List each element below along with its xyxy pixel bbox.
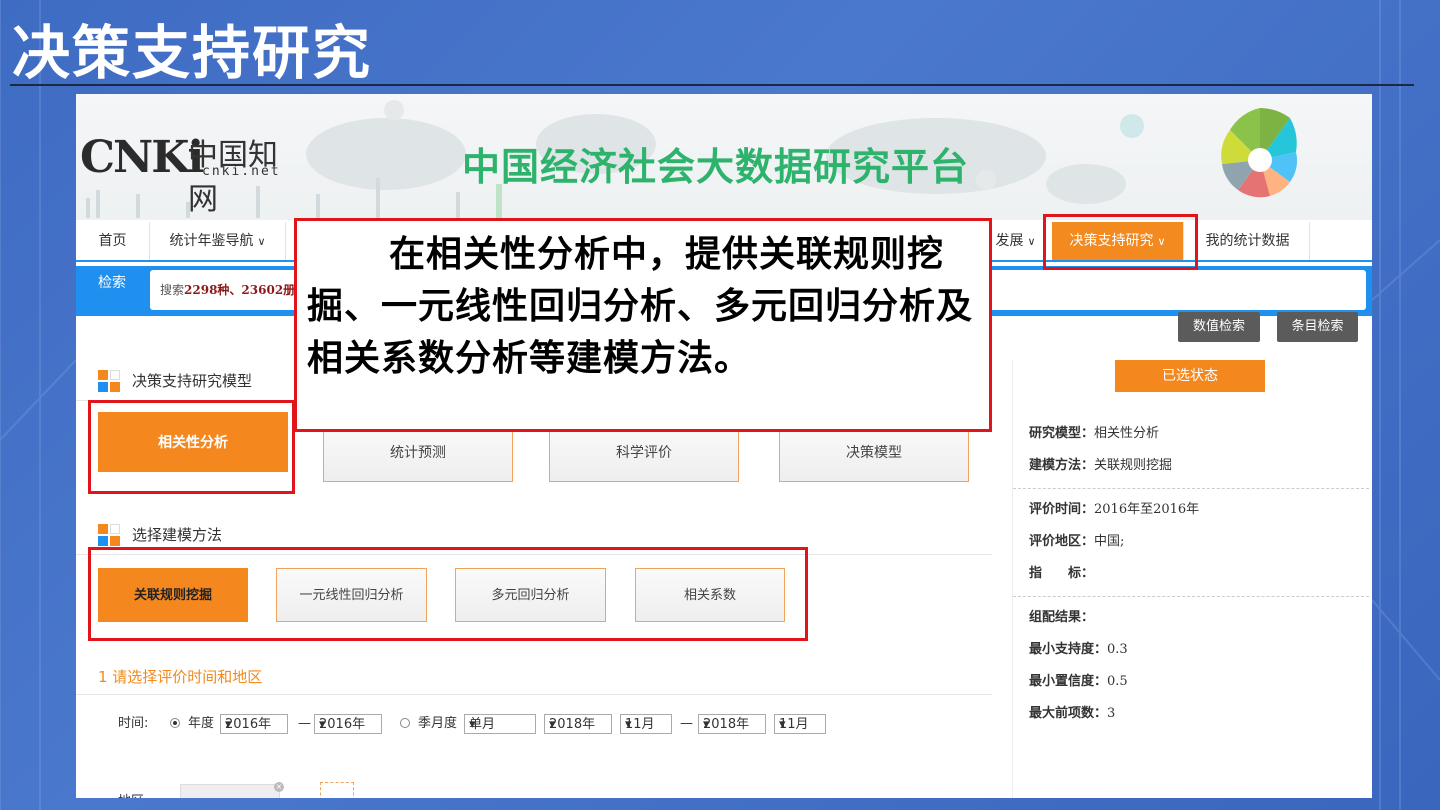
search-tab[interactable]: 检索 xyxy=(76,268,148,298)
highlight-methods xyxy=(88,547,808,641)
season-month-to-value: 11月 xyxy=(779,717,809,732)
logo-cnki-text: CNKi xyxy=(80,132,204,183)
status-indicator-label: 指 标： xyxy=(1029,566,1095,581)
year-from-select[interactable]: 2016年 ▾ xyxy=(220,714,288,734)
season-radio[interactable] xyxy=(400,714,410,734)
season-year-to-select[interactable]: 2018年 ▾ xyxy=(698,714,766,734)
season-year-to-value: 2018年 xyxy=(703,717,750,732)
status-time: 评价时间：2016年至2016年 xyxy=(1029,498,1199,517)
close-icon[interactable]: × xyxy=(274,782,284,792)
callout-text: 在相关性分析中，提供关联规则挖掘、一元线性回归分析、多元回归分析及相关系数分析等… xyxy=(307,234,974,379)
range-dash: — xyxy=(298,716,311,731)
step1-title: 1 请选择评价时间和地区 xyxy=(98,668,263,686)
highlight-nav-decision xyxy=(1043,214,1198,270)
status-model-value: 相关性分析 xyxy=(1094,426,1160,441)
status-min-support: 最小支持度：0.3 xyxy=(1029,638,1128,657)
season-label: 季月度 xyxy=(418,716,458,731)
month-type-value: 单月 xyxy=(469,717,496,732)
search-prefix: 搜索 xyxy=(160,283,185,297)
nav-development[interactable]: 发展 ∨ xyxy=(988,222,1044,260)
nav-my-statistics[interactable]: 我的统计数据 xyxy=(1186,222,1310,260)
year-radio[interactable] xyxy=(170,714,180,734)
nav-home-label: 首页 xyxy=(98,233,127,249)
status-region-label: 评价地区： xyxy=(1029,534,1095,549)
status-model-label: 研究模型： xyxy=(1029,426,1095,441)
rose-chart-decoration xyxy=(1221,108,1298,198)
status-min-confidence: 最小置信度：0.5 xyxy=(1029,670,1128,689)
year-to-select[interactable]: 2016年 ▾ xyxy=(314,714,382,734)
region-chip[interactable] xyxy=(180,784,280,798)
divider xyxy=(76,694,992,695)
year-to-value: 2016年 xyxy=(319,717,366,732)
nav-yearbook-label: 统计年鉴导航 xyxy=(169,233,254,249)
add-region-button[interactable] xyxy=(320,782,354,798)
season-month-from-select[interactable]: 11月 ▾ xyxy=(620,714,672,734)
nav-development-label: 发展 xyxy=(995,233,1024,249)
site-banner: CNKi 中国知网 cnki.net 中国经济社会大数据研究平台 xyxy=(76,94,1372,220)
time-label: 时间: xyxy=(118,716,149,731)
status-method-value: 关联规则挖掘 xyxy=(1094,458,1173,473)
cnki-logo[interactable]: CNKi 中国知网 cnki.net xyxy=(80,132,300,217)
logo-url-text: cnki.net xyxy=(202,164,281,179)
title-underline xyxy=(10,84,1414,86)
selected-status-panel: 已选状态 研究模型：相关性分析 建模方法：关联规则挖掘 评价时间：2016年至2… xyxy=(1012,360,1369,798)
status-max-items-value: 3 xyxy=(1107,706,1116,721)
value-search-button[interactable]: 数值检索 xyxy=(1178,312,1260,342)
season-month-from-value: 11月 xyxy=(625,717,655,732)
search-stats: 2298种、23602册 xyxy=(184,283,296,297)
highlight-model-correlation xyxy=(88,400,295,494)
chevron-down-icon: ∨ xyxy=(1027,235,1036,248)
entry-search-button[interactable]: 条目检索 xyxy=(1277,312,1358,342)
month-type-select[interactable]: 单月 ▾ xyxy=(464,714,536,734)
status-indicator: 指 标： xyxy=(1029,562,1094,581)
year-from-value: 2016年 xyxy=(225,717,272,732)
status-result: 组配结果： xyxy=(1029,606,1094,625)
dashed-divider xyxy=(1013,488,1369,489)
season-year-from-value: 2018年 xyxy=(549,717,596,732)
status-method: 建模方法：关联规则挖掘 xyxy=(1029,454,1172,473)
radio-selected-icon xyxy=(170,718,180,728)
nav-my-statistics-label: 我的统计数据 xyxy=(1205,233,1290,249)
chevron-down-icon: ∨ xyxy=(257,235,266,248)
slide-title: 决策支持研究 xyxy=(12,19,373,87)
status-method-label: 建模方法： xyxy=(1029,458,1095,473)
platform-title: 中国经济社会大数据研究平台 xyxy=(462,145,970,189)
methods-section-title: 选择建模方法 xyxy=(132,526,223,544)
season-month-to-select[interactable]: 11月 ▾ xyxy=(774,714,826,734)
status-region-value: 中国; xyxy=(1094,534,1125,549)
dashed-divider xyxy=(1013,596,1369,597)
status-min-confidence-value: 0.5 xyxy=(1107,674,1128,689)
year-label: 年度 xyxy=(188,716,215,731)
status-region: 评价地区：中国; xyxy=(1029,530,1124,549)
status-min-confidence-label: 最小置信度： xyxy=(1029,674,1108,689)
status-model: 研究模型：相关性分析 xyxy=(1029,422,1159,441)
status-time-label: 评价时间： xyxy=(1029,502,1095,517)
status-min-support-value: 0.3 xyxy=(1107,642,1128,657)
nav-home[interactable]: 首页 xyxy=(76,222,150,260)
range-dash: — xyxy=(680,716,693,731)
section-squares-icon xyxy=(98,370,120,392)
status-max-items-label: 最大前项数： xyxy=(1029,706,1108,721)
season-year-from-select[interactable]: 2018年 ▾ xyxy=(544,714,612,734)
time-filter-row: 时间: 年度 2016年 ▾ — 2016年 ▾ 季月度 单月 ▾ 2018年 … xyxy=(118,714,878,738)
status-max-items: 最大前项数：3 xyxy=(1029,702,1115,721)
radio-unselected-icon xyxy=(400,718,410,728)
nav-yearbook[interactable]: 统计年鉴导航 ∨ xyxy=(150,222,286,260)
section-squares-icon xyxy=(98,524,120,546)
selected-status-header: 已选状态 xyxy=(1115,360,1265,392)
region-label: 地区: xyxy=(118,790,148,798)
status-result-label: 组配结果： xyxy=(1029,610,1095,625)
status-time-value: 2016年至2016年 xyxy=(1094,502,1200,517)
explanation-callout: 在相关性分析中，提供关联规则挖掘、一元线性回归分析、多元回归分析及相关系数分析等… xyxy=(294,218,992,432)
models-section-title: 决策支持研究模型 xyxy=(132,372,253,390)
status-min-support-label: 最小支持度： xyxy=(1029,642,1108,657)
